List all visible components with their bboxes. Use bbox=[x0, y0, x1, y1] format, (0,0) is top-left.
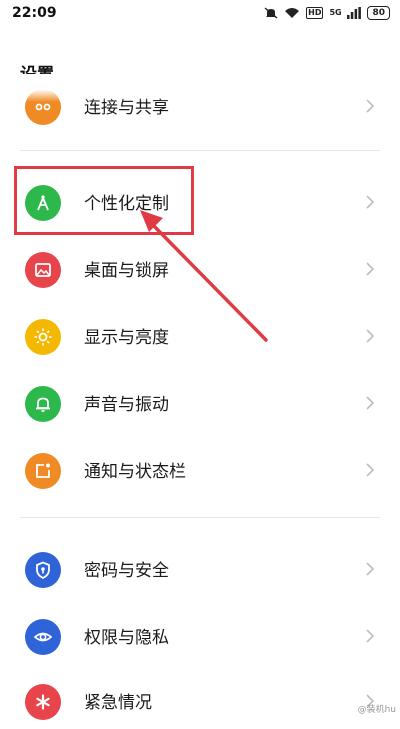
watermark: @装机hu bbox=[357, 705, 396, 715]
annotation-arrow bbox=[140, 210, 268, 342]
